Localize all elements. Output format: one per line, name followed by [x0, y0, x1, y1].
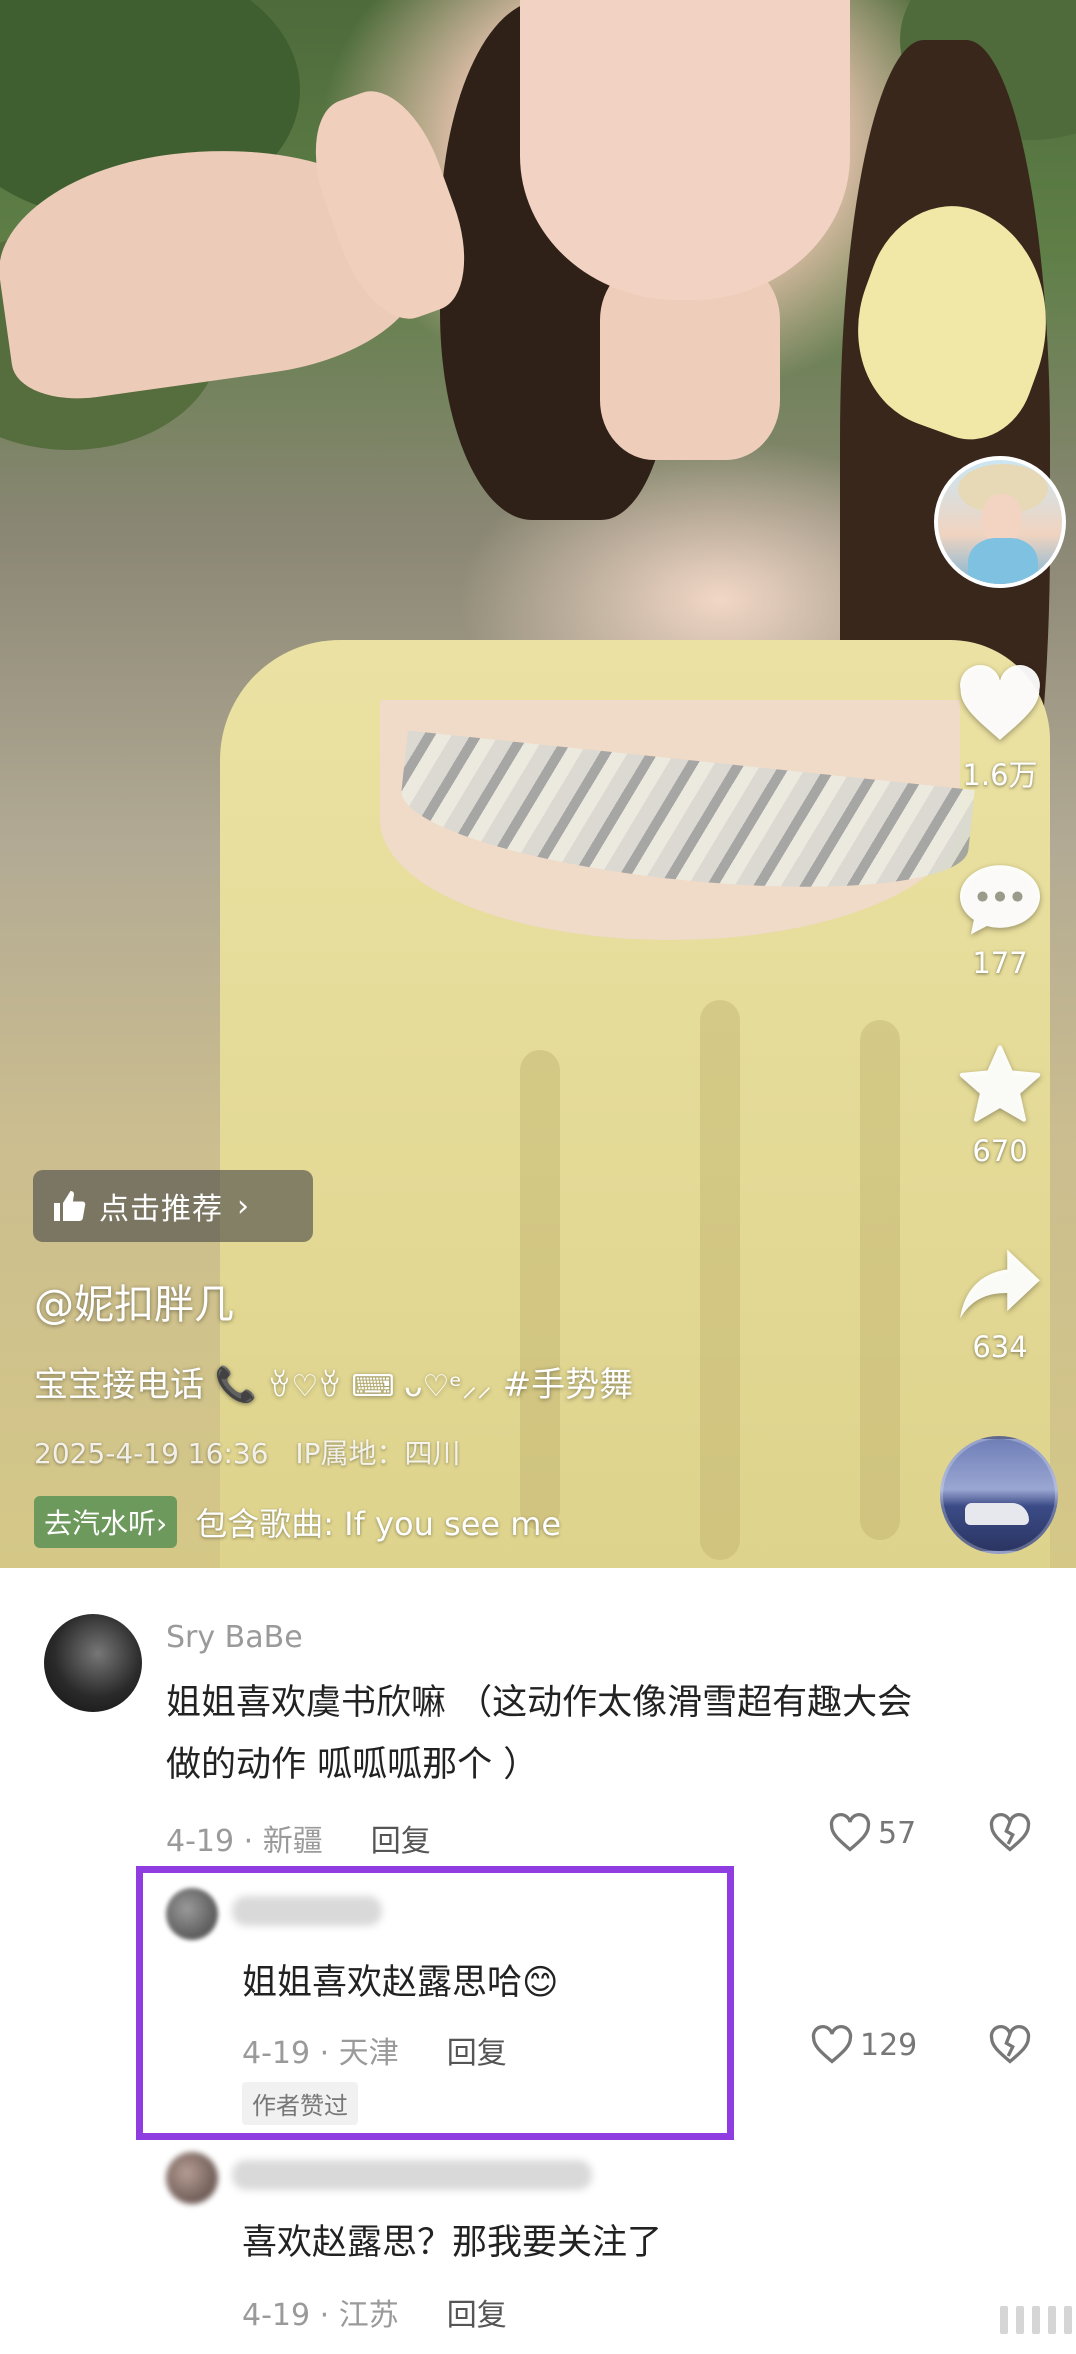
- comment-text-line: 姐姐喜欢虞书欣嘛 （这动作太像滑雪超有趣大会: [166, 1683, 913, 1723]
- thumbs-up-icon: [54, 1191, 86, 1221]
- disc-artwork: [965, 1503, 1029, 1525]
- video-caption: 宝宝接电话 📞 ꈊ♡ꈊ ⌨ ᴗ♡ᵉ⸝⸝ #手势舞: [34, 1357, 633, 1406]
- comment-date-location: 4-19 · 天津: [242, 2036, 399, 2071]
- caption-decoration: ꈊ♡ꈊ ⌨ ᴗ♡ᵉ⸝⸝: [267, 1369, 492, 1404]
- share-arrow-icon: [960, 1249, 1040, 1319]
- favorite-button[interactable]: 670: [940, 1044, 1060, 1168]
- avatar-body: [968, 538, 1038, 584]
- commenter-name[interactable]: Sry BaBe: [166, 1620, 303, 1655]
- like-count: 1.6万: [962, 758, 1038, 792]
- dress-ruffle: [860, 1020, 900, 1540]
- share-count: 634: [972, 1330, 1028, 1364]
- reply-button[interactable]: 回复: [447, 2036, 507, 2071]
- avatar-head: [982, 494, 1022, 544]
- comment-like-button[interactable]: 129: [810, 2024, 917, 2066]
- comment-like-count: 57: [878, 1815, 917, 1851]
- dislike-button[interactable]: [988, 2024, 1032, 2070]
- comment-text-line: 做的动作 呱呱呱那个 ）: [166, 1745, 539, 1785]
- music-app-tag[interactable]: 去汽水听›: [34, 1496, 178, 1548]
- comment-like-count: 129: [860, 2027, 918, 2063]
- commenter-avatar[interactable]: [166, 2152, 218, 2204]
- commenter-avatar[interactable]: [166, 1888, 218, 1940]
- dress-ruffle: [700, 1000, 740, 1560]
- star-icon: [959, 1045, 1041, 1122]
- dot: [1064, 2306, 1072, 2334]
- chevron-right-icon: ›: [237, 1188, 250, 1224]
- broken-heart-icon: [989, 1812, 1031, 1852]
- chevron-right-icon: ›: [156, 1507, 168, 1540]
- music-app-label: 去汽水听: [44, 1507, 157, 1540]
- reply-button[interactable]: 回复: [371, 1824, 431, 1859]
- comment-text: 喜欢赵露思？那我要关注了: [242, 2223, 663, 2263]
- post-date: 2025-4-19 16:36: [34, 1437, 269, 1470]
- face: [520, 0, 850, 300]
- comment-meta: 4-19 · 天津 回复: [242, 2028, 507, 2072]
- share-button[interactable]: 634: [940, 1246, 1060, 1364]
- comment-text: 姐姐喜欢虞书欣嘛 （这动作太像滑雪超有趣大会 做的动作 呱呱呱那个 ）: [166, 1672, 912, 1796]
- dot: [1048, 2306, 1056, 2334]
- dislike-button[interactable]: [988, 1812, 1032, 1858]
- author-liked-badge: 作者赞过: [242, 2082, 358, 2125]
- comment-text: 姐姐喜欢赵露思哈😊: [242, 1963, 559, 2003]
- author-handle[interactable]: @妮扣胖几: [34, 1272, 234, 1330]
- dot: [1016, 2306, 1024, 2334]
- recommend-button[interactable]: 点击推荐 ›: [33, 1170, 313, 1242]
- comment-count: 177: [972, 946, 1028, 980]
- recommend-label: 点击推荐: [99, 1192, 223, 1227]
- dot: [1000, 2306, 1008, 2334]
- comment-like-button[interactable]: 57: [828, 1812, 916, 1854]
- broken-heart-icon: [989, 2024, 1031, 2064]
- favorite-count: 670: [972, 1134, 1028, 1168]
- dot: [1032, 2306, 1040, 2334]
- music-info: 包含歌曲: If you see me: [195, 1505, 562, 1543]
- commenter-avatar[interactable]: [44, 1614, 142, 1712]
- music-disc-icon[interactable]: [940, 1436, 1058, 1554]
- phone-icon: 📞: [214, 1365, 258, 1405]
- reply-button[interactable]: 回复: [447, 2298, 507, 2333]
- video-player[interactable]: 1.6万 177 670 634 点击推荐 › @妮扣胖几 宝宝接电话 📞 ꈊ♡…: [0, 0, 1076, 1568]
- comment-button[interactable]: 177: [940, 858, 1060, 980]
- heart-outline-icon: [829, 1812, 871, 1852]
- video-meta: 2025-4-19 16:36 IP属地：四川: [34, 1432, 461, 1472]
- blurred-commenter-name: [232, 2160, 592, 2190]
- ip-location: IP属地：四川: [295, 1437, 461, 1470]
- creator-avatar[interactable]: [934, 456, 1066, 588]
- blurred-commenter-name: [232, 1896, 382, 1926]
- comment-meta: 4-19 · 新疆 回复: [166, 1816, 431, 1860]
- caption-text: 宝宝接电话: [34, 1365, 204, 1405]
- comment-meta: 4-19 · 江苏 回复: [242, 2290, 507, 2334]
- dress-ruffle: [520, 1050, 560, 1530]
- like-button[interactable]: 1.6万: [940, 664, 1060, 794]
- comment-date-location: 4-19 · 新疆: [166, 1824, 323, 1859]
- heart-icon: [960, 664, 1040, 740]
- watermark-dots: [1000, 2306, 1076, 2334]
- music-row[interactable]: 去汽水听› 包含歌曲: If you see me: [34, 1496, 561, 1548]
- hashtag-link[interactable]: #手势舞: [503, 1365, 634, 1405]
- comment-bubble-icon: [960, 865, 1040, 935]
- heart-outline-icon: [811, 2024, 853, 2064]
- comment-date-location: 4-19 · 江苏: [242, 2298, 399, 2333]
